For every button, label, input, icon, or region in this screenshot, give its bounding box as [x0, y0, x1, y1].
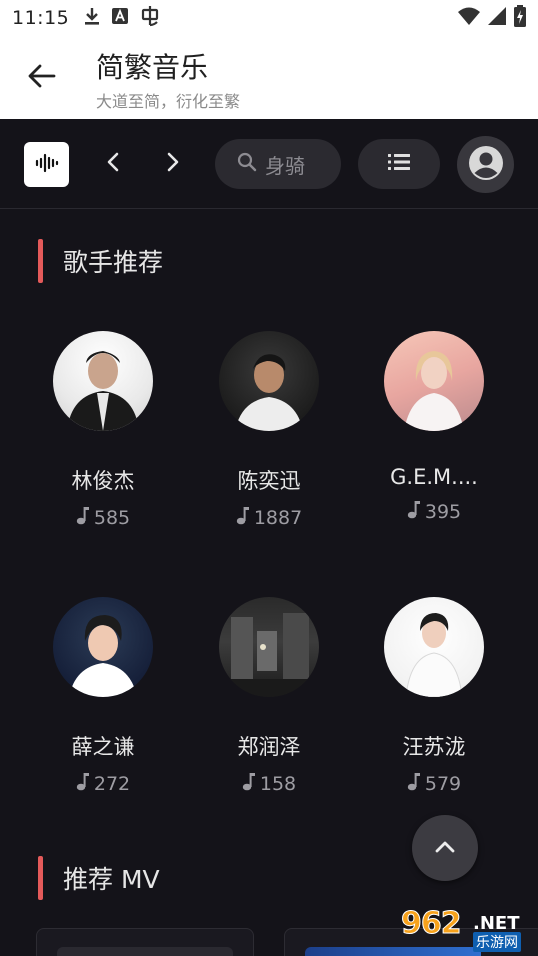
artist-avatar — [53, 331, 153, 431]
artist-name: 郑润泽 — [237, 735, 301, 759]
artist-song-count: 585 — [23, 505, 183, 530]
music-note-icon — [407, 499, 421, 524]
watermark-label: 乐游网 — [473, 932, 521, 952]
account-circle-icon — [468, 145, 504, 185]
section-header-mv: 推荐 MV — [38, 856, 160, 900]
search-icon — [237, 152, 257, 177]
artist-avatar — [384, 597, 484, 697]
music-note-icon — [407, 771, 421, 796]
music-note-icon — [76, 771, 90, 796]
scroll-top-button[interactable] — [412, 815, 478, 881]
app-badge-icon — [139, 5, 161, 31]
app-logo[interactable] — [24, 142, 69, 187]
signal-icon — [488, 7, 506, 29]
status-bar: 11:15 — [0, 0, 538, 36]
artist-name: 薛之谦 — [71, 735, 135, 759]
watermark-number: 962 — [401, 906, 463, 942]
app-bar: 简繁音乐 大道至简，衍化至繁 — [0, 36, 538, 119]
search-text: 身骑 — [265, 153, 305, 178]
nav-back-button[interactable] — [96, 147, 130, 181]
mv-thumbnail — [57, 947, 233, 956]
artist-song-count: 158 — [189, 771, 349, 796]
artist-name: 陈奕迅 — [237, 469, 301, 493]
section-title: 推荐 MV — [63, 865, 160, 894]
music-note-icon — [76, 505, 90, 530]
wifi-icon — [458, 7, 480, 29]
artist-card[interactable]: 薛之谦 272 — [23, 597, 183, 796]
nav-forward-button[interactable] — [156, 147, 190, 181]
section-header-singers: 歌手推荐 — [38, 239, 163, 283]
artist-name: 林俊杰 — [71, 469, 135, 493]
music-toolbar: 身骑 — [0, 119, 538, 209]
artist-avatar — [53, 597, 153, 697]
artist-card[interactable]: 汪苏泷 579 — [354, 597, 514, 796]
font-a-icon — [111, 7, 129, 29]
artist-song-count: 395 — [354, 499, 514, 524]
artist-song-count: 579 — [354, 771, 514, 796]
artist-name: 汪苏泷 — [402, 735, 466, 759]
battery-charging-icon — [514, 5, 526, 31]
account-button[interactable] — [457, 136, 514, 193]
artist-avatar — [384, 331, 484, 431]
page-title: 简繁音乐 — [96, 51, 209, 84]
playlist-button[interactable] — [358, 139, 440, 189]
download-icon — [83, 6, 101, 30]
page-subtitle: 大道至简，衍化至繁 — [96, 92, 241, 111]
artist-card[interactable]: 郑润泽 158 — [189, 597, 349, 796]
artist-avatar — [219, 597, 319, 697]
mv-card[interactable] — [36, 928, 254, 956]
artist-avatar — [219, 331, 319, 431]
artist-card[interactable]: G.E.M.... 395 — [354, 331, 514, 524]
artist-song-count: 272 — [23, 771, 183, 796]
artist-card[interactable]: 林俊杰 585 — [23, 331, 183, 530]
artist-card[interactable]: 陈奕迅 1887 — [189, 331, 349, 530]
section-accent-bar — [38, 239, 43, 283]
waveform-logo-icon — [34, 152, 60, 178]
watermark-logo: 962 .NET 乐游网 — [397, 906, 533, 952]
back-button[interactable] — [26, 62, 58, 94]
section-accent-bar — [38, 856, 43, 900]
status-time: 11:15 — [12, 7, 70, 29]
music-note-icon — [236, 505, 250, 530]
search-bar[interactable]: 身骑 — [215, 139, 341, 189]
list-icon — [388, 153, 410, 175]
chevron-left-icon — [106, 151, 120, 177]
watermark-domain: .NET — [473, 913, 520, 934]
section-title: 歌手推荐 — [63, 248, 164, 277]
arrow-left-icon — [28, 64, 56, 92]
music-note-icon — [242, 771, 256, 796]
artist-name: G.E.M.... — [390, 465, 478, 489]
chevron-right-icon — [166, 151, 180, 177]
artist-song-count: 1887 — [189, 505, 349, 530]
chevron-up-icon — [434, 839, 456, 858]
